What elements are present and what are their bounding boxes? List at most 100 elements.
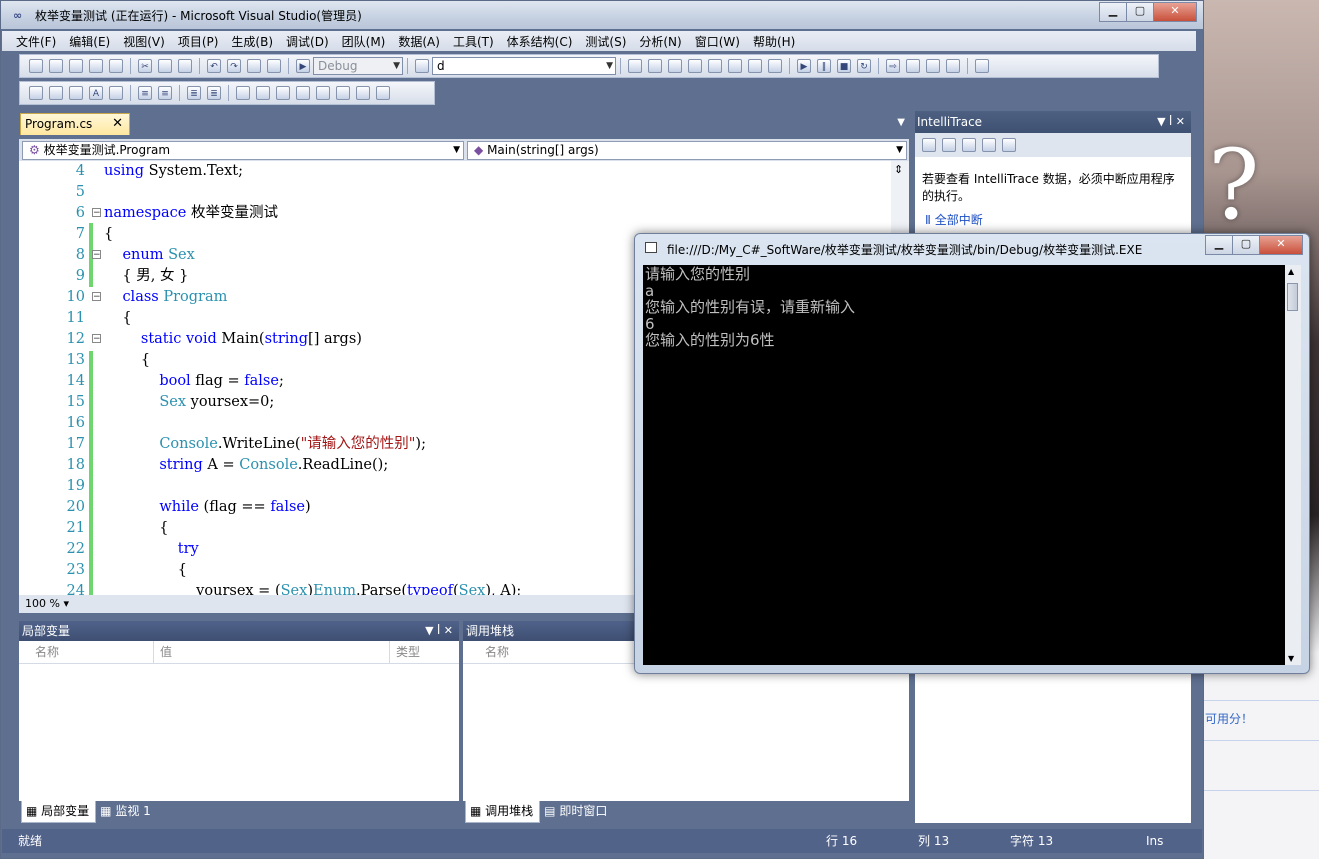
column-type[interactable]: 类型 bbox=[389, 641, 420, 663]
prev-bookmark-folder-icon[interactable] bbox=[296, 86, 310, 100]
navigate-forward-icon[interactable] bbox=[267, 59, 281, 73]
menu-tools[interactable]: 工具(T) bbox=[453, 33, 494, 50]
member-list-icon[interactable] bbox=[29, 86, 43, 100]
start-debugging-icon[interactable]: ▶ bbox=[296, 59, 310, 73]
menu-help[interactable]: 帮助(H) bbox=[753, 33, 795, 50]
filter-icon[interactable] bbox=[942, 138, 956, 152]
calls-view-icon[interactable] bbox=[922, 138, 936, 152]
tab-watch-1[interactable]: ▦ 监视 1 bbox=[96, 801, 157, 823]
column-name[interactable]: 名称 bbox=[35, 641, 59, 663]
collapse-icon[interactable]: − bbox=[92, 334, 101, 344]
comment-lines-icon[interactable]: ≣ bbox=[187, 86, 201, 100]
console-close-button[interactable]: ✕ bbox=[1259, 235, 1303, 255]
zoom-level[interactable]: 100 % bbox=[25, 597, 60, 610]
maximize-button[interactable]: ▢ bbox=[1126, 2, 1154, 22]
parameter-info-icon[interactable] bbox=[49, 86, 63, 100]
next-bookmark-icon[interactable] bbox=[276, 86, 290, 100]
menu-architecture[interactable]: 体系结构(C) bbox=[507, 33, 573, 50]
step-over-icon[interactable] bbox=[926, 59, 940, 73]
collapse-icon[interactable]: − bbox=[92, 292, 101, 302]
add-item-icon[interactable] bbox=[49, 59, 63, 73]
paste-icon[interactable] bbox=[178, 59, 192, 73]
menu-file[interactable]: 文件(F) bbox=[16, 33, 56, 50]
clear-bookmarks-icon[interactable] bbox=[376, 86, 390, 100]
undo-icon[interactable]: ↶ bbox=[207, 59, 221, 73]
tab-call-stack[interactable]: ▦ 调用堆栈 bbox=[465, 801, 541, 823]
toolbox-icon[interactable] bbox=[688, 59, 702, 73]
menu-team[interactable]: 团队(M) bbox=[342, 33, 386, 50]
new-project-icon[interactable] bbox=[29, 59, 43, 73]
menu-debug[interactable]: 调试(D) bbox=[286, 33, 329, 50]
scroll-thumb[interactable] bbox=[1287, 283, 1298, 311]
tab-dropdown-icon[interactable]: ▼ bbox=[897, 117, 905, 128]
increase-indent-icon[interactable]: ≡ bbox=[158, 86, 172, 100]
member-dropdown[interactable]: ◆ Main(string[] args) ▼ bbox=[467, 141, 907, 160]
menu-view[interactable]: 视图(V) bbox=[123, 33, 165, 50]
scroll-down-icon[interactable]: ▼ bbox=[1288, 654, 1294, 663]
solution-explorer-icon[interactable] bbox=[628, 59, 642, 73]
save-all-icon[interactable] bbox=[109, 59, 123, 73]
next-bookmark-folder-icon[interactable] bbox=[316, 86, 330, 100]
tab-locals[interactable]: ▦ 局部变量 bbox=[21, 801, 97, 823]
find-combo[interactable]: d ▼ bbox=[432, 57, 616, 75]
extension-manager-icon[interactable] bbox=[748, 59, 762, 73]
save-icon[interactable] bbox=[89, 59, 103, 73]
code-line[interactable]: 4 using System.Text; bbox=[19, 161, 899, 182]
pane-controls[interactable]: ▼ ꟾ ✕ bbox=[1157, 111, 1185, 133]
copy-icon[interactable] bbox=[158, 59, 172, 73]
object-browser-icon[interactable] bbox=[668, 59, 682, 73]
tab-program-cs[interactable]: Program.cs ✕ bbox=[20, 113, 130, 135]
continue-icon[interactable]: ▶ bbox=[797, 59, 811, 73]
settings-icon[interactable] bbox=[982, 138, 996, 152]
solution-config-combo[interactable]: Debug ▼ bbox=[313, 57, 403, 75]
team-explorer-icon[interactable] bbox=[708, 59, 722, 73]
menu-build[interactable]: 生成(B) bbox=[231, 33, 273, 50]
column-value[interactable]: 值 bbox=[153, 641, 172, 663]
decrease-indent-icon[interactable]: ≡ bbox=[138, 86, 152, 100]
restart-icon[interactable]: ↻ bbox=[857, 59, 871, 73]
command-window-icon[interactable] bbox=[768, 59, 782, 73]
console-output[interactable]: 请输入您的性别 a 您输入的性别有误，请重新输入 6 您输入的性别为6性 bbox=[643, 265, 1285, 665]
type-dropdown[interactable]: ⚙ 枚举变量测试.Program ▼ bbox=[22, 141, 464, 160]
step-into-icon[interactable] bbox=[906, 59, 920, 73]
tab-immediate-window[interactable]: ▤ 即时窗口 bbox=[540, 801, 613, 823]
break-all-link[interactable]: Ⅱ 全部中断 bbox=[915, 205, 1191, 228]
code-line[interactable]: 5 bbox=[19, 182, 899, 203]
redo-icon[interactable]: ↷ bbox=[227, 59, 241, 73]
navigate-backward-icon[interactable] bbox=[247, 59, 261, 73]
refresh-icon[interactable] bbox=[1002, 138, 1016, 152]
minimize-button[interactable]: ▁ bbox=[1099, 2, 1127, 22]
menu-project[interactable]: 项目(P) bbox=[178, 33, 219, 50]
close-button[interactable]: ✕ bbox=[1153, 2, 1197, 22]
menu-data[interactable]: 数据(A) bbox=[398, 33, 440, 50]
prev-bookmark-doc-icon[interactable] bbox=[336, 86, 350, 100]
uncomment-lines-icon[interactable]: ≣ bbox=[207, 86, 221, 100]
menu-edit[interactable]: 编辑(E) bbox=[69, 33, 110, 50]
scroll-up-icon[interactable]: ▲ bbox=[1288, 267, 1294, 276]
column-name[interactable]: 名称 bbox=[485, 641, 509, 663]
step-out-icon[interactable] bbox=[946, 59, 960, 73]
collapse-icon[interactable]: − bbox=[92, 250, 101, 260]
next-bookmark-doc-icon[interactable] bbox=[356, 86, 370, 100]
quick-info-icon[interactable] bbox=[69, 86, 83, 100]
menu-window[interactable]: 窗口(W) bbox=[695, 33, 740, 50]
bookmark-icon[interactable] bbox=[236, 86, 250, 100]
properties-icon[interactable] bbox=[648, 59, 662, 73]
cut-icon[interactable]: ✂ bbox=[138, 59, 152, 73]
stop-debugging-icon[interactable]: ■ bbox=[837, 59, 851, 73]
close-tab-icon[interactable]: ✕ bbox=[112, 116, 123, 131]
find-in-files-icon[interactable] bbox=[415, 59, 429, 73]
chevron-down-icon[interactable]: ▾ bbox=[63, 597, 69, 610]
open-log-icon[interactable] bbox=[962, 138, 976, 152]
split-handle-icon[interactable]: ⇕ bbox=[894, 163, 903, 176]
prev-bookmark-icon[interactable] bbox=[256, 86, 270, 100]
toggle-bookmark-icon[interactable] bbox=[109, 86, 123, 100]
code-line[interactable]: 6− namespace 枚举变量测试 bbox=[19, 203, 899, 224]
pane-controls[interactable]: ▼ ꟾ ✕ bbox=[425, 621, 453, 641]
menu-analyze[interactable]: 分析(N) bbox=[639, 33, 681, 50]
show-next-statement-icon[interactable]: ⇨ bbox=[886, 59, 900, 73]
open-file-icon[interactable] bbox=[69, 59, 83, 73]
collapse-icon[interactable]: − bbox=[92, 208, 101, 218]
menu-test[interactable]: 测试(S) bbox=[585, 33, 626, 50]
find-icon[interactable] bbox=[975, 59, 989, 73]
